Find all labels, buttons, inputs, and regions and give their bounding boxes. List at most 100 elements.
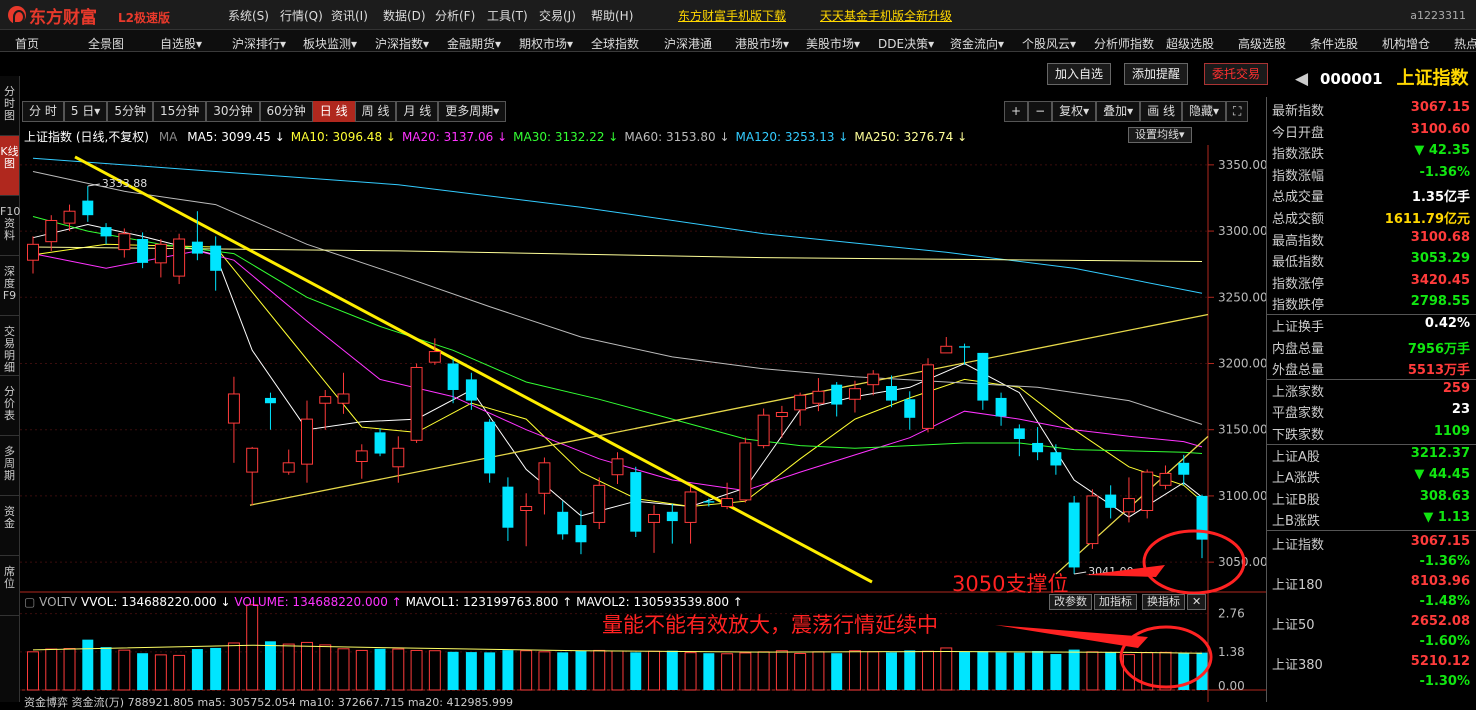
candle-body[interactable] (593, 484, 606, 523)
system-menu-item[interactable]: 数据(D) (383, 7, 426, 24)
candle-body[interactable] (1159, 472, 1172, 486)
candle-body[interactable] (959, 346, 971, 348)
candle-body[interactable] (118, 233, 131, 251)
add-alert-button[interactable]: 添加提醒 (1124, 63, 1189, 85)
left-rail-tab[interactable]: 交易明细 (0, 316, 19, 376)
candle-body[interactable] (154, 243, 167, 264)
candle-body[interactable] (1050, 452, 1062, 466)
candle-body[interactable] (757, 414, 770, 447)
candle-body[interactable] (355, 450, 368, 462)
candle-body[interactable] (447, 363, 459, 390)
candle-body[interactable] (191, 241, 203, 254)
add-indicator-button[interactable]: 加指标 (1094, 594, 1137, 610)
candle-body[interactable] (465, 379, 477, 401)
nav-item[interactable]: 个股风云▾ (1022, 35, 1076, 52)
left-rail-tab[interactable]: 多周期 (0, 436, 19, 496)
add-watchlist-button[interactable]: 加入自选 (1047, 63, 1112, 85)
system-menu-item[interactable]: 帮助(H) (591, 7, 633, 24)
candle-body[interactable] (502, 486, 514, 528)
system-menu-item[interactable]: 系统(S) (228, 7, 269, 24)
period-tab[interactable]: 15分钟 (152, 101, 207, 122)
candle-body[interactable] (775, 411, 788, 417)
system-menu-item[interactable]: 资讯(I) (331, 7, 368, 24)
candle-body[interactable] (210, 245, 222, 271)
nav-item[interactable]: 沪深排行▾ (232, 35, 286, 52)
chart-tool-button[interactable]: 复权▾ (1052, 101, 1097, 122)
candle-body[interactable] (721, 498, 734, 508)
candle-body[interactable] (630, 472, 642, 532)
candle-body[interactable] (684, 491, 697, 523)
switch-indicator-button[interactable]: 换指标 (1142, 594, 1185, 610)
candle-body[interactable] (520, 506, 533, 511)
system-menu-item[interactable]: 行情(Q) (280, 7, 323, 24)
left-rail-tab[interactable]: K线图 (0, 136, 19, 196)
candle-body[interactable] (428, 351, 441, 363)
candle-body[interactable] (904, 399, 916, 418)
candle-body[interactable] (1068, 502, 1080, 568)
promo-link[interactable]: 东方财富手机版下载 (678, 7, 786, 24)
candle-body[interactable] (374, 432, 386, 454)
candle-body[interactable] (1122, 498, 1135, 513)
chart-tool-button[interactable]: + (1004, 101, 1029, 122)
close-indicator-button[interactable]: ✕ (1187, 594, 1207, 610)
chart-tool-button[interactable]: 画 线 (1140, 101, 1183, 122)
period-tab[interactable]: 分 时 (22, 101, 64, 122)
chart-tool-button[interactable]: 叠加▾ (1096, 101, 1141, 122)
candle-body[interactable] (1086, 495, 1099, 545)
index-row[interactable]: 上证180 8103.96 (1272, 574, 1470, 594)
period-tab[interactable]: 30分钟 (206, 101, 260, 122)
candle-body[interactable] (611, 458, 624, 476)
candle-body[interactable] (538, 462, 551, 494)
kline-chart[interactable]: 3350.00 3300.00 3250.00 3200.00 3150.00 3100.… (20, 145, 1266, 702)
chart-tool-button[interactable]: 隐藏▾ (1182, 101, 1227, 122)
candle-body[interactable] (703, 501, 715, 503)
nav-item[interactable]: 沪深指数▾ (375, 35, 429, 52)
candle-body[interactable] (848, 388, 861, 400)
nav-item[interactable]: 分析师指数 (1094, 35, 1154, 52)
nav-item[interactable]: 港股市场▾ (735, 35, 789, 52)
candle-body[interactable] (940, 345, 953, 354)
candle-body[interactable] (812, 390, 825, 404)
period-tab[interactable]: 日 线 (312, 101, 355, 122)
nav-item[interactable]: 全景图 (88, 35, 124, 52)
candle-body[interactable] (264, 397, 276, 404)
nav-item[interactable]: DDE决策▾ (878, 35, 934, 52)
candle-body[interactable] (1105, 494, 1117, 508)
candle-body[interactable] (246, 447, 259, 473)
nav-item[interactable]: 板块监测▾ (303, 35, 357, 52)
nav-item[interactable]: 沪深港通 (664, 35, 712, 52)
candle-body[interactable] (410, 366, 423, 441)
candle-body[interactable] (337, 393, 350, 404)
nav-item[interactable]: 自选股▾ (160, 35, 202, 52)
nav-item[interactable]: 热点 (1454, 35, 1476, 52)
candle-body[interactable] (227, 393, 240, 424)
candle-body[interactable] (301, 418, 313, 465)
candle-body[interactable] (557, 511, 569, 535)
candle-body[interactable] (1141, 471, 1154, 511)
candle-body[interactable] (977, 352, 989, 401)
system-menu-item[interactable]: 分析(F) (435, 7, 475, 24)
period-tab[interactable]: 月 线 (396, 101, 439, 122)
period-tab[interactable]: 更多周期▾ (438, 101, 507, 122)
nav-item[interactable]: 首页 (15, 35, 39, 52)
candle-body[interactable] (1013, 428, 1025, 439)
candle-body[interactable] (282, 462, 295, 473)
nav-item[interactable]: 金融期货▾ (447, 35, 501, 52)
left-rail-tab[interactable]: 深度F9 (0, 256, 19, 316)
candle-body[interactable] (484, 421, 496, 474)
period-tab[interactable]: 5 日▾ (63, 101, 108, 122)
candle-body[interactable] (319, 396, 332, 404)
chart-tool-button[interactable]: ⛶ (1226, 101, 1249, 122)
candle-body[interactable] (1032, 442, 1044, 453)
nav-item[interactable]: 机构增仓 (1382, 35, 1430, 52)
index-row[interactable]: 上证380 5210.12 (1272, 654, 1470, 674)
collapse-arrow-icon[interactable]: ◀ (1295, 69, 1308, 89)
candle-body[interactable] (648, 513, 661, 523)
candle-body[interactable] (831, 384, 843, 405)
nav-item[interactable]: 全球指数 (591, 35, 639, 52)
chart-tool-button[interactable]: − (1028, 101, 1053, 122)
candle-body[interactable] (739, 442, 752, 501)
candle-body[interactable] (666, 511, 678, 522)
left-rail-tab[interactable]: 分价表 (0, 376, 19, 436)
period-tab[interactable]: 5分钟 (107, 101, 153, 122)
